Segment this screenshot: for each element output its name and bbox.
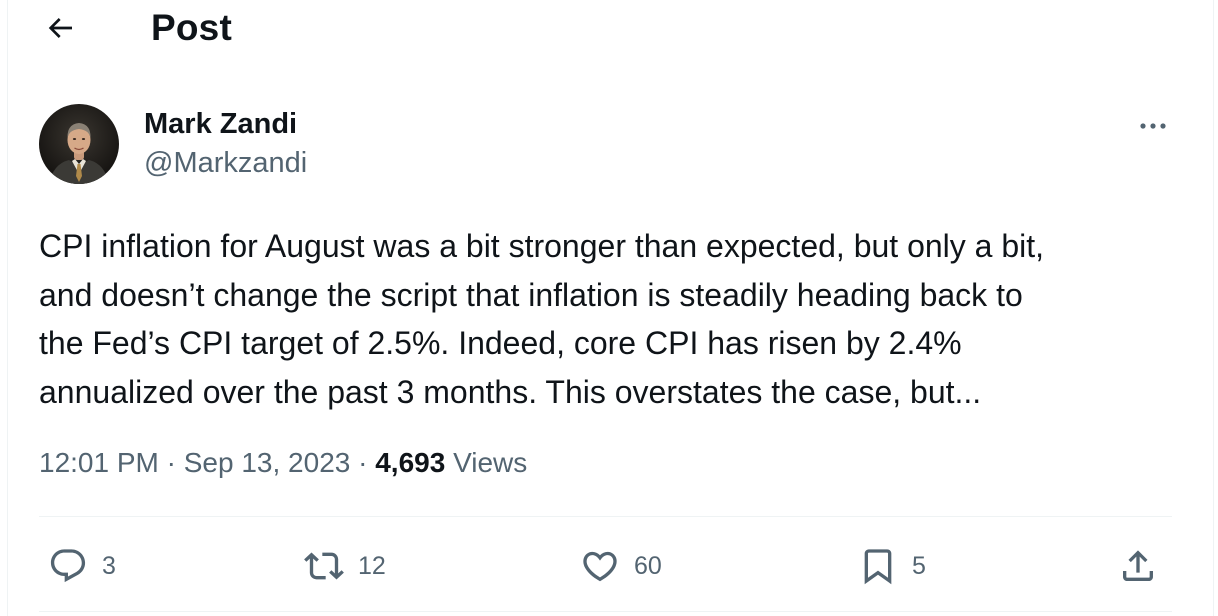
post-time[interactable]: 12:01 PM: [39, 447, 159, 478]
avatar[interactable]: [39, 104, 119, 184]
like-button[interactable]: 60: [580, 544, 662, 588]
author-name[interactable]: Mark Zandi: [144, 106, 297, 142]
divider: [39, 611, 1172, 612]
repost-count: 12: [358, 551, 386, 580]
post-meta: 12:01 PM · Sep 13, 2023 · 4,693 Views: [39, 444, 527, 482]
divider: [39, 516, 1172, 517]
meta-separator: ·: [358, 447, 368, 478]
frame-border-right: [1213, 0, 1214, 616]
more-options-button[interactable]: [1133, 108, 1173, 144]
author-handle[interactable]: @Markzandi: [144, 145, 307, 181]
post-header: Post: [0, 0, 1218, 56]
meta-separator: ·: [166, 447, 176, 478]
share-button[interactable]: [1118, 544, 1158, 588]
bookmark-button[interactable]: 5: [858, 544, 926, 588]
back-button[interactable]: [40, 8, 80, 48]
more-horizontal-icon: [1138, 121, 1168, 131]
repost-icon: [304, 546, 344, 586]
page-title: Post: [151, 7, 232, 48]
arrow-left-icon: [44, 12, 76, 44]
heart-icon: [580, 546, 620, 586]
post-text: CPI inflation for August was a bit stron…: [39, 228, 1045, 410]
reply-bubble-icon: [48, 546, 88, 586]
views-count: 4,693: [375, 447, 446, 478]
frame-border-left: [7, 0, 8, 616]
like-count: 60: [634, 551, 662, 580]
reply-button[interactable]: 3: [48, 544, 116, 588]
post-date[interactable]: Sep 13, 2023: [184, 447, 351, 478]
bookmark-count: 5: [912, 551, 926, 580]
reply-count: 3: [102, 551, 116, 580]
bookmark-icon: [858, 546, 898, 586]
post-page: Post Mark Zandi @Markzandi CPI inflation…: [0, 0, 1218, 616]
repost-button[interactable]: 12: [304, 544, 386, 588]
views-label: Views: [453, 447, 528, 478]
share-upload-icon: [1118, 546, 1158, 586]
